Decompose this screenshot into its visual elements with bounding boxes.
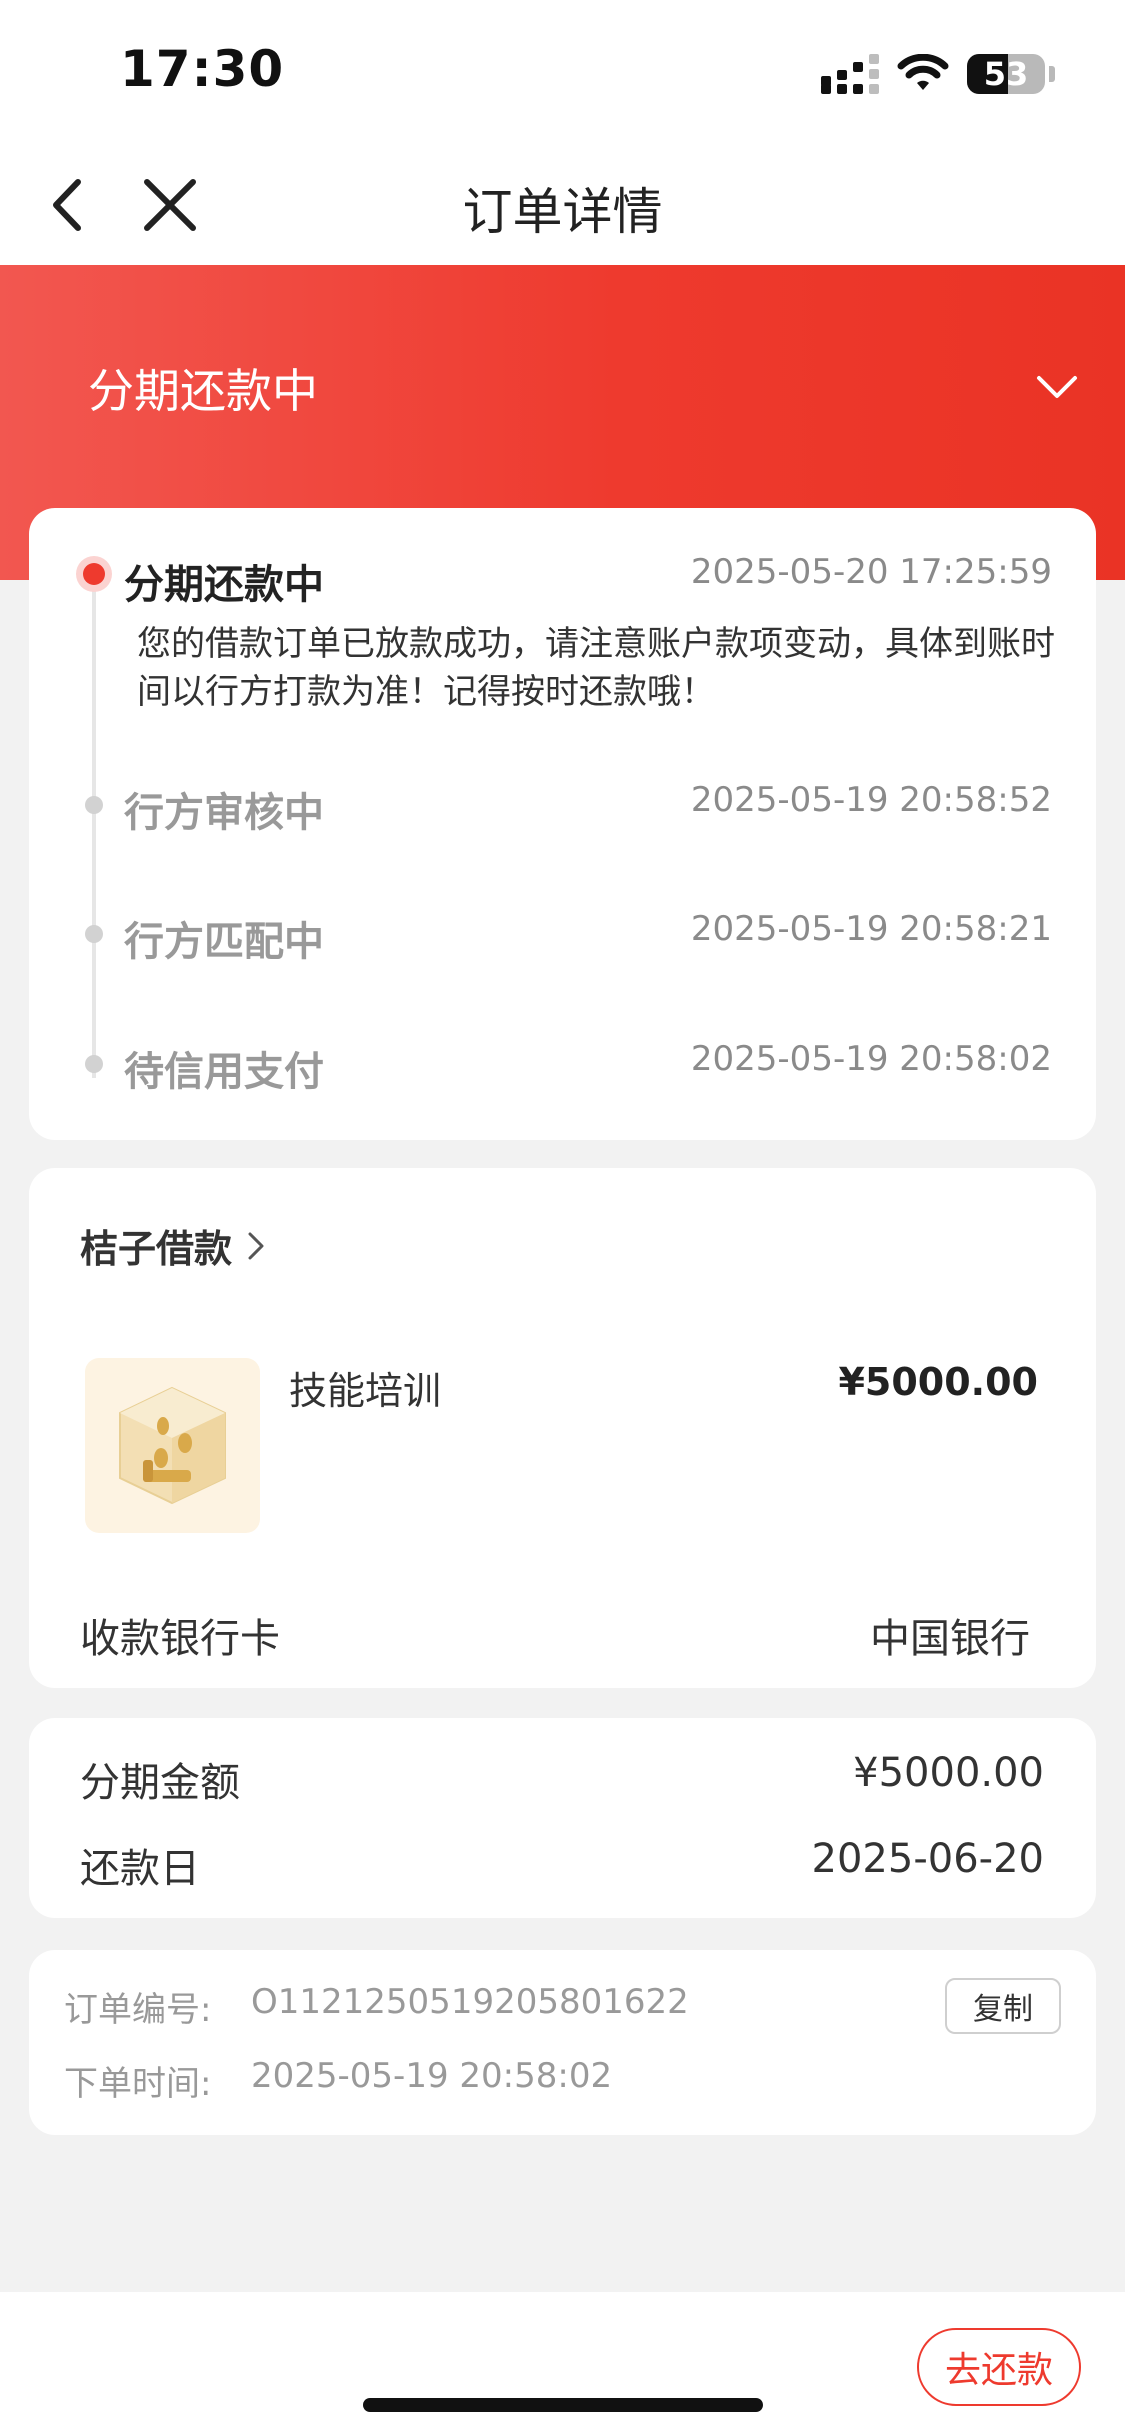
timeline-dot-active <box>76 556 112 592</box>
timeline-dot <box>85 925 103 943</box>
installment-amount-value: ¥5000.00 <box>853 1750 1044 1796</box>
product-image <box>85 1358 260 1533</box>
battery-cap <box>1049 66 1055 82</box>
bank-card-label: 收款银行卡 <box>80 1616 280 1662</box>
repay-button[interactable]: 去还款 <box>917 2328 1081 2406</box>
order-number-value: O1121250519205801622 <box>251 1982 689 2022</box>
coin-box-icon <box>119 1386 226 1505</box>
timeline-line <box>92 578 96 1078</box>
product-price: ¥5000.00 <box>838 1360 1038 1404</box>
copy-button[interactable]: 复制 <box>945 1978 1061 2034</box>
status-icons: 53 <box>821 52 1055 96</box>
installment-amount-label: 分期金额 <box>80 1760 240 1806</box>
timeline-step-title: 分期还款中 <box>124 562 324 608</box>
battery-icon: 53 <box>967 54 1045 94</box>
timeline-step-time: 2025-05-20 17:25:59 <box>690 552 1052 592</box>
bottom-bar: 去还款 <box>0 2292 1125 2435</box>
order-time-label: 下单时间: <box>64 2064 212 2104</box>
wifi-icon <box>897 54 949 90</box>
timeline-step-title: 行方匹配中 <box>124 919 324 965</box>
chevron-down-icon[interactable] <box>1029 360 1085 416</box>
order-info-card: 订单编号: O1121250519205801622 复制 下单时间: 2025… <box>29 1950 1096 2135</box>
timeline-dot <box>85 796 103 814</box>
product-card: 桔子借款 技能培训 ¥5000.00 收款银行卡 中国银行 <box>29 1168 1096 1688</box>
timeline-step-title: 行方审核中 <box>124 790 324 836</box>
merchant-link[interactable]: 桔子借款 <box>80 1218 270 1273</box>
timeline-step-desc: 您的借款订单已放款成功，请注意账户款项变动，具体到账时间以行方打款为准！记得按时… <box>137 624 1055 712</box>
timeline-card: 分期还款中 2025-05-20 17:25:59 您的借款订单已放款成功，请注… <box>29 508 1096 1140</box>
installment-card: 分期金额 ¥5000.00 还款日 2025-06-20 <box>29 1718 1096 1918</box>
order-number-label: 订单编号: <box>64 1990 212 2030</box>
merchant-name: 桔子借款 <box>80 1227 233 1271</box>
due-date-label: 还款日 <box>80 1846 200 1892</box>
signal-icon <box>821 54 879 94</box>
status-bar: 17:30 53 <box>0 0 1125 150</box>
battery-level: 53 <box>983 55 1029 93</box>
bank-card-value: 中国银行 <box>870 1616 1030 1662</box>
home-indicator[interactable] <box>363 2398 763 2412</box>
order-status-title: 分期还款中 <box>88 364 318 418</box>
status-time: 17:30 <box>120 40 285 98</box>
timeline-dot <box>85 1055 103 1073</box>
page-title: 订单详情 <box>462 183 663 241</box>
timeline-step-time: 2025-05-19 20:58:02 <box>690 1039 1052 1079</box>
timeline-step-time: 2025-05-19 20:58:52 <box>690 780 1052 820</box>
timeline-step-title: 待信用支付 <box>124 1049 324 1095</box>
due-date-value: 2025-06-20 <box>811 1836 1044 1882</box>
product-name: 技能培训 <box>289 1369 442 1413</box>
nav-bar: 订单详情 <box>0 150 1125 265</box>
chevron-right-icon <box>248 1232 264 1259</box>
order-time-value: 2025-05-19 20:58:02 <box>251 2056 613 2096</box>
timeline-step-time: 2025-05-19 20:58:21 <box>690 909 1052 949</box>
